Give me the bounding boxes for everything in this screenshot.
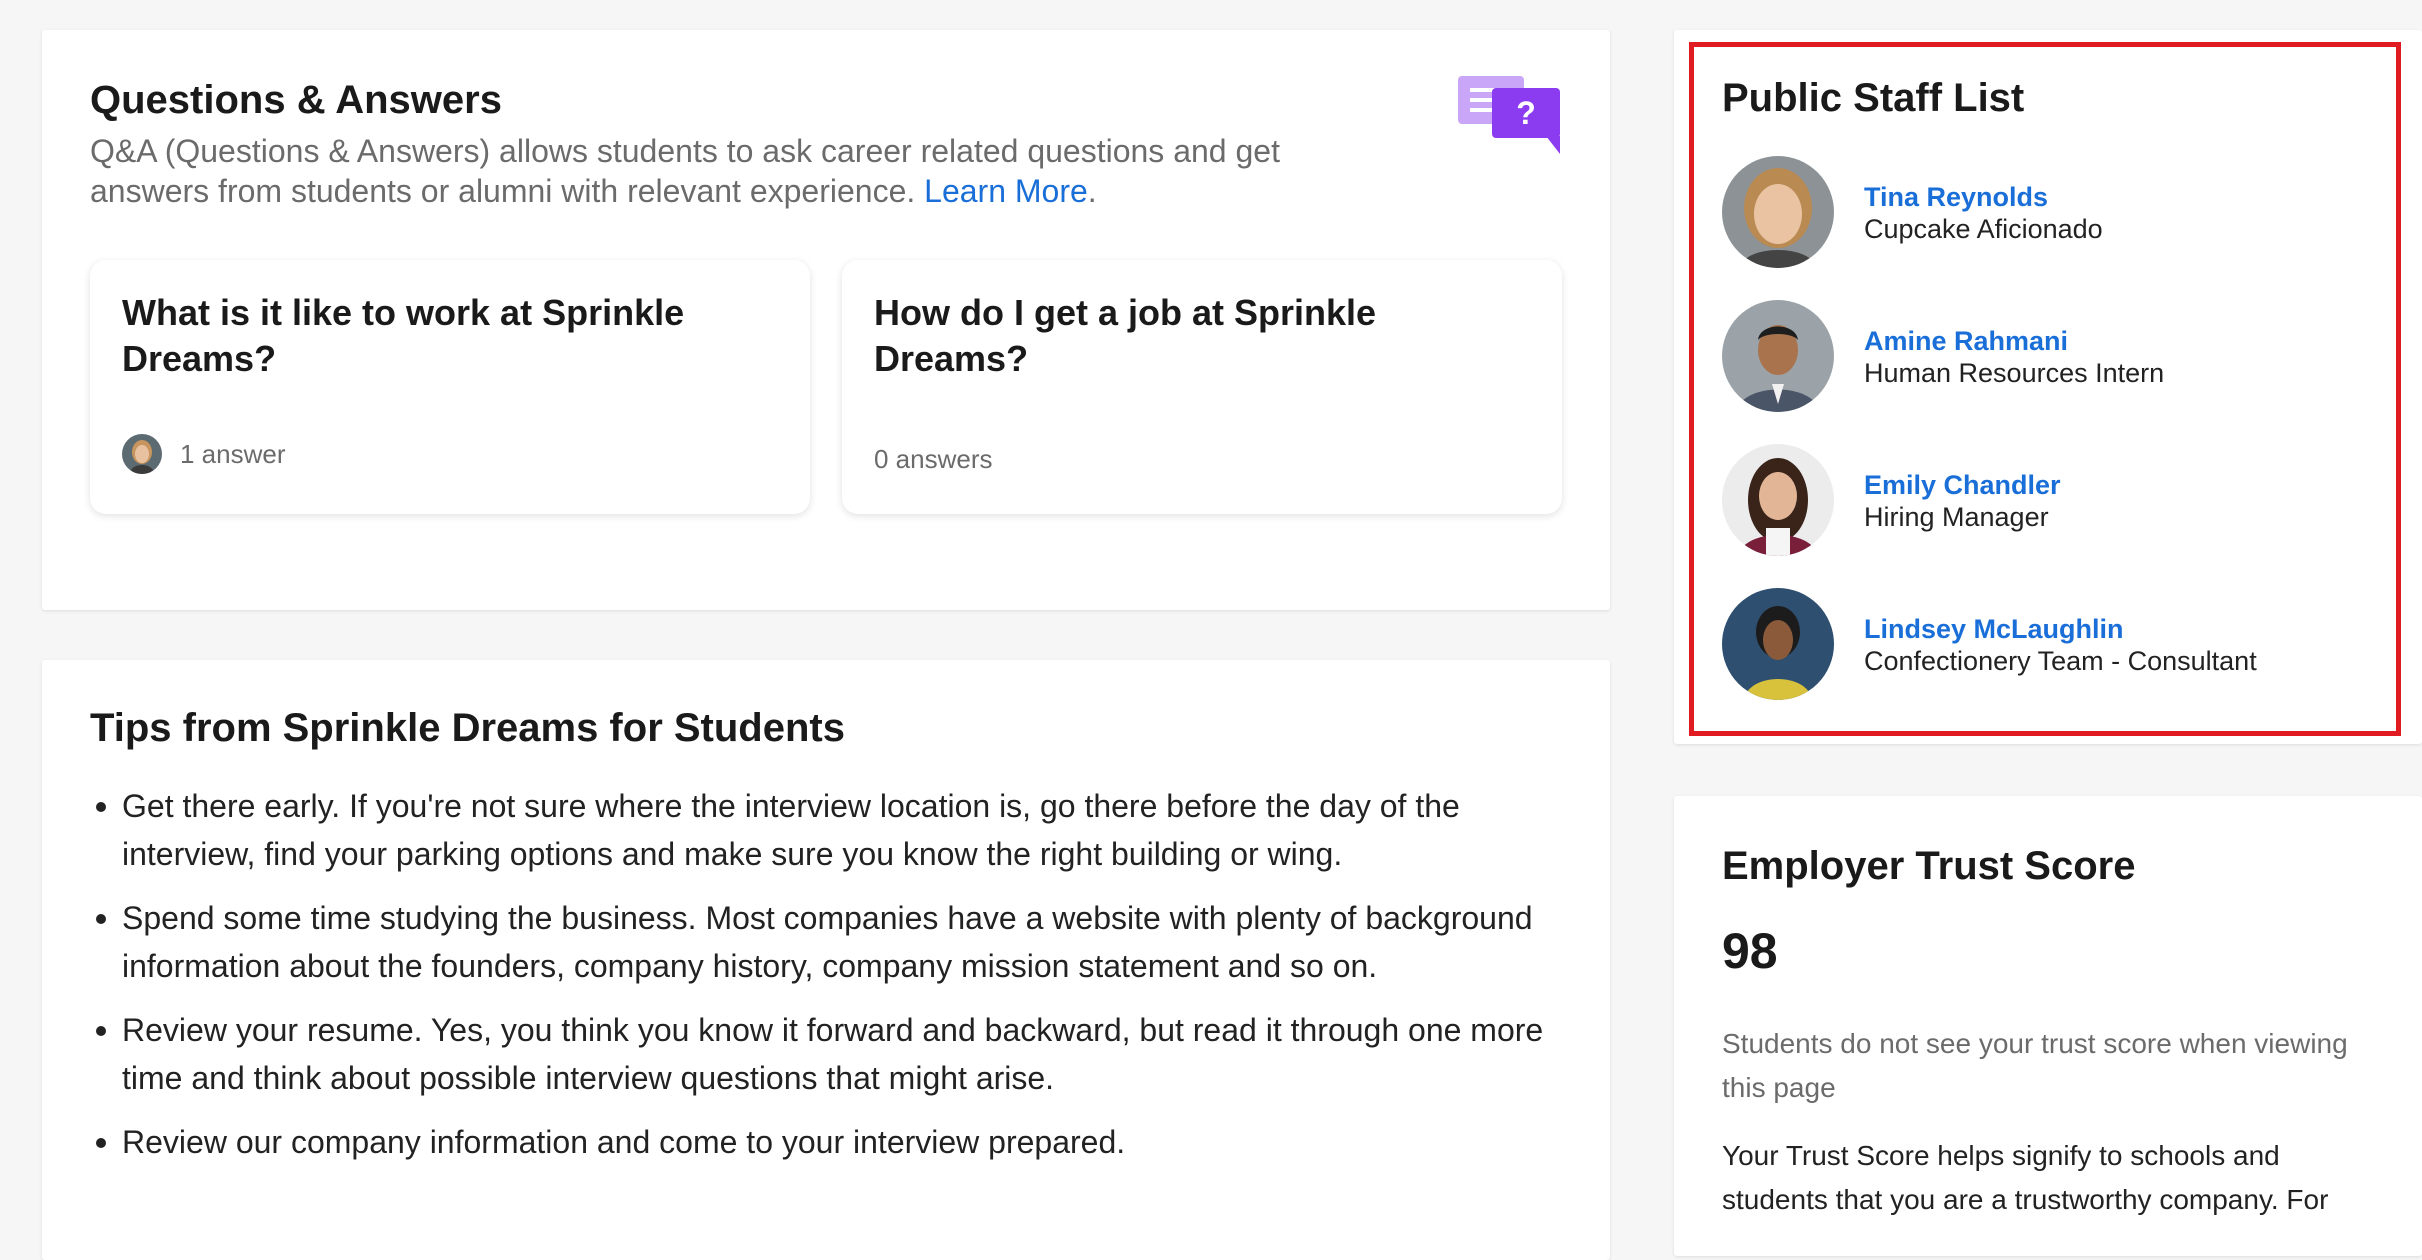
- answer-count: 0 answers: [874, 444, 993, 475]
- chat-question-icon: ?: [1458, 76, 1566, 156]
- answer-count-label: 1 answer: [180, 438, 286, 469]
- avatar: [122, 434, 162, 474]
- staff-name-link[interactable]: Tina Reynolds: [1864, 182, 2048, 213]
- question-card[interactable]: What is it like to work at Sprinkle Drea…: [90, 260, 810, 514]
- staff-role: Hiring Manager: [1864, 502, 2049, 532]
- question-card[interactable]: How do I get a job at Sprinkle Dreams? 0…: [842, 260, 1562, 514]
- staff-member: Lindsey McLaughlin Confectionery Team - …: [1722, 588, 2382, 700]
- avatar[interactable]: [1722, 156, 1834, 268]
- learn-more-link[interactable]: Learn More: [924, 173, 1088, 209]
- staff-card: Public Staff List Tina Reynolds Cupcake …: [1674, 30, 2422, 744]
- qa-card: Questions & Answers Q&A (Questions & Ans…: [42, 30, 1610, 610]
- trust-score-value: 98: [1722, 923, 1778, 979]
- staff-name-link[interactable]: Amine Rahmani: [1864, 326, 2068, 357]
- answer-count-label: 0 answers: [874, 444, 993, 474]
- trust-card: Employer Trust Score 98 Students do not …: [1674, 796, 2422, 1256]
- list-item: Review your resume. Yes, you think you k…: [90, 1006, 1600, 1102]
- staff-member: Tina Reynolds Cupcake Aficionado: [1722, 156, 2382, 268]
- trust-description: Your Trust Score helps signify to school…: [1722, 1140, 2329, 1215]
- staff-role: Cupcake Aficionado: [1864, 214, 2103, 244]
- tips-title: Tips from Sprinkle Dreams for Students: [90, 706, 845, 750]
- staff-role: Confectionery Team - Consultant: [1864, 646, 2257, 676]
- question-text: How do I get a job at Sprinkle Dreams?: [874, 292, 1377, 379]
- staff-title: Public Staff List: [1722, 76, 2025, 120]
- trust-note: Students do not see your trust score whe…: [1722, 1028, 2348, 1103]
- staff-name-link[interactable]: Emily Chandler: [1864, 470, 2061, 501]
- question-text: What is it like to work at Sprinkle Drea…: [122, 292, 685, 379]
- staff-role: Human Resources Intern: [1864, 358, 2165, 388]
- trust-title: Employer Trust Score: [1722, 844, 2136, 888]
- list-item: Review our company information and come …: [90, 1118, 1600, 1166]
- staff-member: Amine Rahmani Human Resources Intern: [1722, 300, 2382, 412]
- tips-list: Get there early. If you're not sure wher…: [90, 782, 1600, 1182]
- list-item: Spend some time studying the business. M…: [90, 894, 1600, 990]
- qa-description-text: Q&A (Questions & Answers) allows student…: [90, 133, 1280, 209]
- answer-count: 1 answer: [122, 434, 286, 474]
- qa-description: Q&A (Questions & Answers) allows student…: [90, 131, 1340, 211]
- staff-member: Emily Chandler Hiring Manager: [1722, 444, 2382, 556]
- qa-title: Questions & Answers: [90, 78, 502, 122]
- list-item: Get there early. If you're not sure wher…: [90, 782, 1600, 878]
- avatar[interactable]: [1722, 300, 1834, 412]
- avatar[interactable]: [1722, 588, 1834, 700]
- staff-name-link[interactable]: Lindsey McLaughlin: [1864, 614, 2124, 645]
- tips-card: Tips from Sprinkle Dreams for Students G…: [42, 660, 1610, 1260]
- qa-description-suffix: .: [1087, 173, 1097, 209]
- svg-text:?: ?: [1516, 95, 1536, 131]
- avatar[interactable]: [1722, 444, 1834, 556]
